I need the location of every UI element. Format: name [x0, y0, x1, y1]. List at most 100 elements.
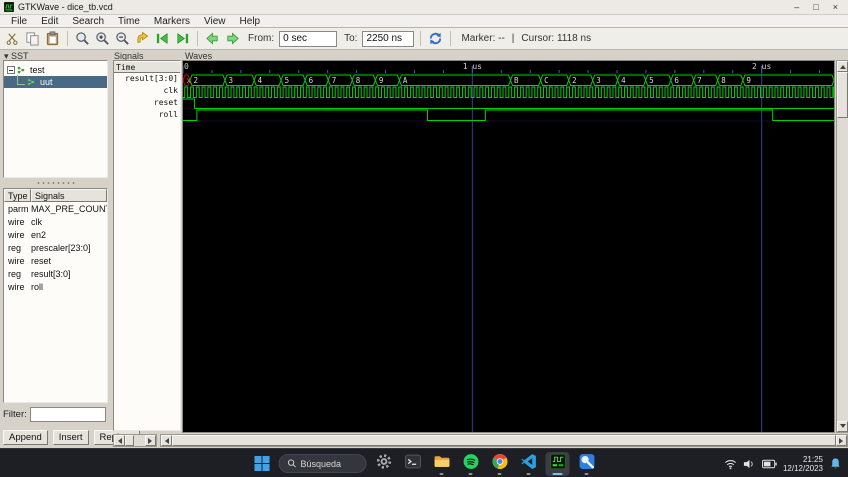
jump-to-start-icon[interactable] — [154, 30, 171, 47]
battery-icon[interactable] — [761, 459, 777, 469]
gtkwave-taskbar-button[interactable] — [545, 451, 570, 476]
marker-status: Marker: -- — [461, 33, 505, 44]
insert-button[interactable]: Insert — [52, 430, 89, 445]
bus-value: 5 — [285, 76, 290, 85]
waves-hscrollbar[interactable] — [160, 434, 848, 447]
chrome-taskbar-button[interactable] — [488, 452, 512, 476]
menu-markers[interactable]: Markers — [147, 16, 197, 27]
pane-resize-handle[interactable] — [36, 181, 76, 185]
signal-row-en2[interactable]: wire en2 — [4, 228, 107, 241]
filter-row: Filter: — [3, 407, 106, 422]
cut-icon[interactable] — [4, 30, 21, 47]
minimize-button[interactable]: – — [794, 2, 799, 12]
search-label: Búsqueda — [300, 458, 342, 469]
settings-taskbar-button[interactable] — [372, 452, 396, 476]
menu-edit[interactable]: Edit — [34, 16, 65, 27]
zoom-out-icon[interactable] — [114, 30, 131, 47]
signal-type: reg — [8, 242, 22, 253]
zoom-fit-icon[interactable] — [74, 30, 91, 47]
tree-connector — [17, 75, 25, 85]
menu-help[interactable]: Help — [233, 16, 268, 27]
signal-name-roll[interactable]: roll — [114, 109, 180, 121]
bus-value: 3 — [228, 76, 233, 85]
to-input[interactable] — [362, 30, 415, 47]
zoom-undo-icon[interactable] — [134, 30, 151, 47]
scroll-left-arrow[interactable] — [114, 435, 125, 446]
wifi-icon[interactable] — [724, 458, 737, 470]
spotify-taskbar-button[interactable] — [459, 452, 483, 476]
settings-icon — [375, 453, 392, 475]
signal-name-result[interactable]: result[3:0] — [114, 73, 180, 85]
close-button[interactable]: × — [833, 2, 838, 12]
start-button[interactable] — [250, 452, 274, 476]
time-header: Time — [114, 61, 180, 73]
scroll-down-arrow[interactable] — [837, 421, 848, 432]
from-input[interactable] — [279, 30, 338, 47]
reload-icon[interactable] — [427, 30, 444, 47]
signal-row-reset[interactable]: wire reset — [4, 254, 107, 267]
signal-type: wire — [8, 229, 25, 240]
signals-table: Type Signals parm MAX_PRE_COUNT wire clk wir… — [3, 188, 108, 403]
append-button[interactable]: Append — [3, 430, 48, 445]
sst-tree: test uut — [3, 60, 108, 178]
bus-value: A — [403, 76, 408, 85]
menu-search[interactable]: Search — [65, 16, 111, 27]
window-title: GTKWave - dice_tb.vcd — [18, 2, 113, 12]
menu-view[interactable]: View — [197, 16, 233, 27]
scroll-right-arrow[interactable] — [836, 435, 847, 446]
column-header-signals[interactable]: Signals — [31, 189, 107, 202]
gtkwave-icon — [549, 453, 566, 475]
bus-value: 8 — [356, 76, 361, 85]
volume-icon[interactable] — [743, 458, 756, 470]
signal-row-roll[interactable]: wire roll — [4, 280, 107, 293]
paste-icon[interactable] — [44, 30, 61, 47]
waves-vscrollbar[interactable] — [836, 60, 848, 433]
signal-row-result30[interactable]: reg result[3:0] — [4, 267, 107, 280]
scroll-right-arrow[interactable] — [145, 435, 156, 446]
paint-taskbar-button[interactable] — [575, 452, 599, 476]
file-explorer-taskbar-button[interactable] — [430, 452, 454, 476]
bus-value: B — [514, 76, 519, 85]
timeline-label: 1 us — [463, 62, 482, 71]
taskbar-search[interactable]: Búsqueda — [278, 454, 367, 473]
clock-date: 12/12/2023 — [782, 463, 823, 473]
cursor-status: Cursor: 1118 ns — [521, 33, 592, 44]
toolbar: From: To: Marker: -- | Cursor: 1118 ns — [0, 28, 848, 50]
signal-row-prescaler230[interactable]: reg prescaler[23:0] — [4, 241, 107, 254]
signal-name-clk[interactable]: clk — [114, 85, 180, 97]
bus-value: 7 — [332, 76, 337, 85]
column-header-type[interactable]: Type — [4, 189, 31, 202]
bus-value: C — [544, 76, 549, 85]
signal-name: reset — [31, 255, 52, 266]
menu-time[interactable]: Time — [111, 16, 147, 27]
system-tray: 21:25 12/12/2023 — [724, 449, 842, 477]
signal-row-MAX_PRE_COUNT[interactable]: parm MAX_PRE_COUNT — [4, 202, 107, 215]
notification-bell-icon[interactable] — [829, 457, 842, 470]
tree-expander-icon[interactable] — [7, 66, 15, 74]
clock-time: 21:25 — [802, 454, 823, 464]
terminal-icon — [404, 453, 421, 475]
taskbar-clock[interactable]: 21:25 12/12/2023 — [783, 455, 823, 473]
step-left-icon[interactable] — [204, 30, 221, 47]
title-bar: GTKWave - dice_tb.vcd – □ × — [0, 0, 848, 15]
zoom-in-icon[interactable] — [94, 30, 111, 47]
tree-item-uut[interactable]: uut — [4, 75, 107, 88]
step-right-icon[interactable] — [224, 30, 241, 47]
wave-canvas[interactable]: 01 us 2 us x 2 3 4 5 6 7 8 9 A B C 2 3 4 5 6 7 8 9 — [182, 60, 835, 433]
signal-names-hscrollbar[interactable] — [113, 434, 157, 447]
scroll-left-arrow[interactable] — [161, 435, 172, 446]
signal-name: result[3:0] — [31, 268, 71, 279]
running-indicator — [439, 472, 444, 475]
jump-to-end-icon[interactable] — [174, 30, 191, 47]
maximize-button[interactable]: □ — [813, 2, 818, 12]
copy-icon[interactable] — [24, 30, 41, 47]
vscode-taskbar-button[interactable] — [517, 452, 541, 476]
menu-file[interactable]: File — [4, 16, 34, 27]
signal-name-reset[interactable]: reset — [114, 97, 180, 109]
main-area: ▾ SST test uut Type Signals parm MAX_PRE… — [0, 50, 848, 448]
filter-input[interactable] — [29, 407, 106, 422]
terminal-taskbar-button[interactable] — [401, 452, 425, 476]
scroll-up-arrow[interactable] — [837, 61, 848, 72]
signal-row-clk[interactable]: wire clk — [4, 215, 107, 228]
toolbar-separator — [450, 31, 452, 46]
